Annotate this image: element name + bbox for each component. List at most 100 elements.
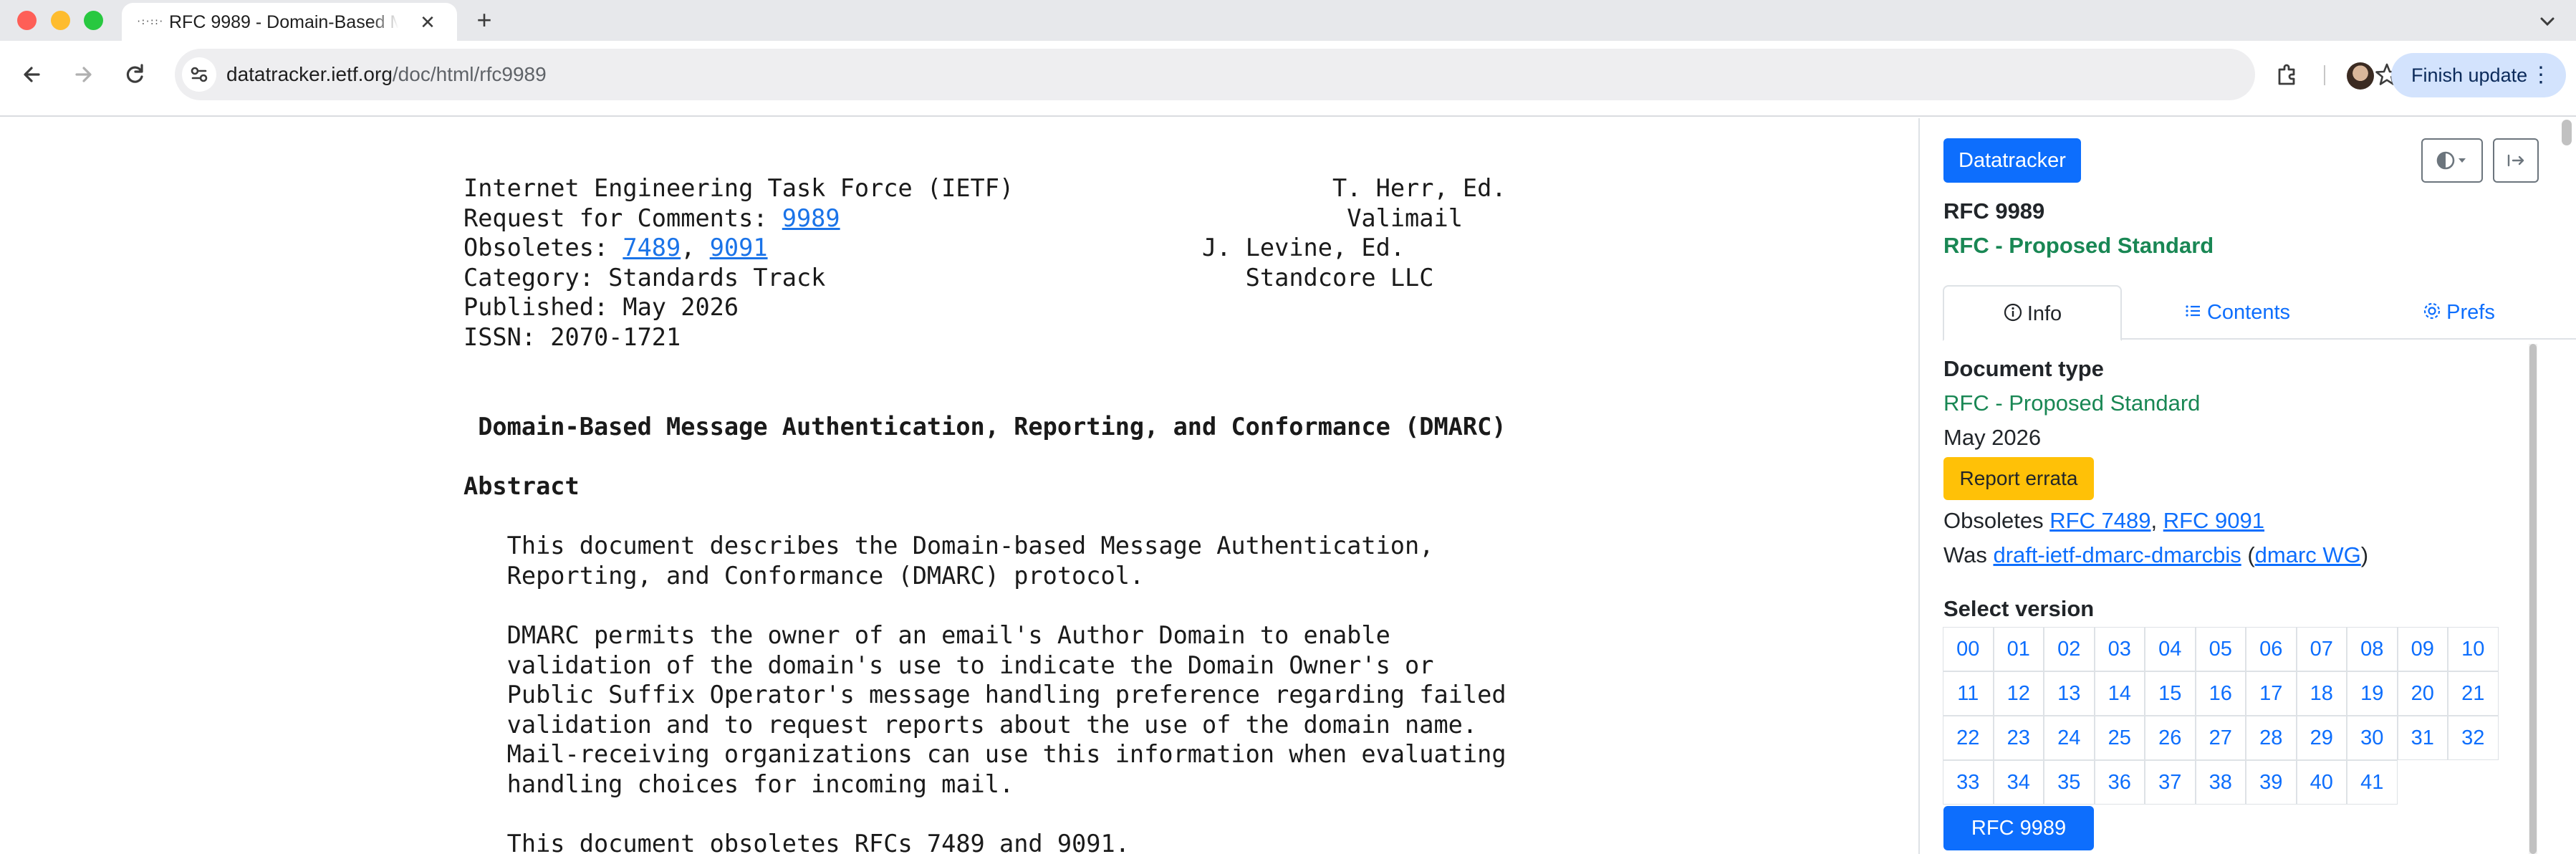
tab-search-chevron-icon[interactable] [2533,7,2562,36]
rfc-7489-link[interactable]: RFC 7489 [2049,508,2150,533]
version-19-link[interactable]: 19 [2347,671,2398,716]
header-org2: Standcore LLC [1245,263,1434,292]
version-10-link[interactable]: 10 [2448,627,2499,671]
version-26-link[interactable]: 26 [2145,716,2196,760]
version-21-link[interactable]: 21 [2448,671,2499,716]
toolbar-divider [2324,65,2325,85]
version-09-link[interactable]: 09 [2397,627,2448,671]
version-35-link[interactable]: 35 [2044,760,2095,805]
version-18-link[interactable]: 18 [2296,671,2347,716]
draft-link[interactable]: draft-ietf-dmarc-dmarcbis [1993,542,2241,567]
version-22-link[interactable]: 22 [1943,716,1994,760]
report-errata-button[interactable]: Report errata [1943,457,2094,500]
version-08-link[interactable]: 08 [2347,627,2398,671]
version-33-link[interactable]: 33 [1943,760,1994,805]
header-published: Published: May 2026 [463,293,739,322]
version-41-link[interactable]: 41 [2347,760,2398,805]
tab-prefs[interactable]: Prefs [2387,285,2530,340]
tab-close-icon[interactable]: ✕ [415,10,440,34]
obsoletes-9091-link[interactable]: 9091 [710,234,768,262]
version-17-link[interactable]: 17 [2246,671,2297,716]
rfc-number-link[interactable]: 9989 [782,204,840,232]
tab-prefs-label: Prefs [2446,301,2495,324]
version-02-link[interactable]: 02 [2044,627,2095,671]
datatracker-button[interactable]: Datatracker [1943,138,2081,183]
version-13-link[interactable]: 13 [2044,671,2095,716]
version-28-link[interactable]: 28 [2246,716,2297,760]
address-bar[interactable]: datatracker.ietf.org/doc/html/rfc9989 [175,49,2398,100]
new-tab-button[interactable]: + [470,6,499,34]
back-arrow-icon[interactable] [13,55,52,94]
header-org1: Valimail [1347,203,1463,232]
version-40-link[interactable]: 40 [2296,760,2347,805]
rfc-9091-link[interactable]: RFC 9091 [2163,508,2264,533]
version-07-link[interactable]: 07 [2296,627,2347,671]
obsoletes-label: Obsoletes [1943,508,2050,533]
version-04-link[interactable]: 04 [2145,627,2196,671]
version-38-link[interactable]: 38 [2195,760,2246,805]
site-info-tune-icon[interactable] [182,57,216,92]
obsoletes-7489-link[interactable]: 7489 [623,234,681,262]
version-12-link[interactable]: 12 [1993,671,2044,716]
url-path: /doc/html/rfc9989 [392,63,547,85]
version-27-link[interactable]: 27 [2195,716,2246,760]
finish-update-button[interactable]: Finish update ⋮ [2391,53,2566,97]
version-11-link[interactable]: 11 [1943,671,1994,716]
version-23-link[interactable]: 23 [1993,716,2044,760]
document-type-label: Document type [1943,356,2104,381]
window-close-button[interactable] [17,11,37,30]
was-open-paren: ( [2241,542,2255,567]
theme-toggle-button[interactable] [2421,138,2483,183]
side-panel-tabs: Info Contents Prefs [1943,285,2576,341]
tab-info[interactable]: Info [1943,285,2122,341]
rfc-status-heading: RFC - Proposed Standard [1943,233,2214,258]
select-version-label: Select version [1943,596,2095,621]
was-close-paren: ) [2360,542,2369,567]
finish-update-label: Finish update [2411,64,2528,86]
version-20-link[interactable]: 20 [2397,671,2448,716]
version-15-link[interactable]: 15 [2145,671,2196,716]
forward-arrow-icon[interactable] [64,55,102,94]
version-39-link[interactable]: 39 [2246,760,2297,805]
version-29-link[interactable]: 29 [2296,716,2347,760]
header-obsoletes-sep: , [681,234,710,262]
version-14-link[interactable]: 14 [2094,671,2145,716]
version-30-link[interactable]: 30 [2347,716,2398,760]
header-rfc-label: Request for Comments: [463,203,782,232]
browser-tab-active[interactable]: ·:·::· RFC 9989 - Domain-Based Message A… [122,3,457,41]
version-31-link[interactable]: 31 [2397,716,2448,760]
version-16-link[interactable]: 16 [2195,671,2246,716]
abstract-paragraph-3: This document obsoletes RFCs 7489 and 90… [463,830,1130,854]
profile-avatar[interactable] [2347,62,2374,90]
version-24-link[interactable]: 24 [2044,716,2095,760]
gear-icon [2424,302,2441,320]
current-version-button[interactable]: RFC 9989 [1943,806,2094,850]
rfc-text: Internet Engineering Task Force (IETF) T… [463,173,1506,854]
version-36-link[interactable]: 36 [2094,760,2145,805]
rfc-number-heading: RFC 9989 [1943,198,2045,224]
version-32-link[interactable]: 32 [2448,716,2499,760]
abstract-heading: Abstract [463,471,580,500]
version-25-link[interactable]: 25 [2094,716,2145,760]
more-vert-icon: ⋮ [2530,63,2552,87]
page-scrollbar-thumb[interactable] [2562,120,2572,145]
version-03-link[interactable]: 03 [2094,627,2145,671]
version-01-link[interactable]: 01 [1993,627,2044,671]
version-05-link[interactable]: 05 [2195,627,2246,671]
url-text[interactable]: datatracker.ietf.org/doc/html/rfc9989 [226,62,547,87]
collapse-sidebar-icon[interactable] [2493,138,2539,183]
document-title: Domain-Based Message Authentication, Rep… [478,412,1506,441]
extensions-puzzle-icon[interactable] [2268,55,2307,94]
tab-contents[interactable]: Contents [2150,285,2322,340]
version-06-link[interactable]: 06 [2246,627,2297,671]
version-00-link[interactable]: 00 [1943,627,1994,671]
version-37-link[interactable]: 37 [2145,760,2196,805]
side-panel-scrollbar-thumb[interactable] [2529,344,2537,854]
version-34-link[interactable]: 34 [1993,760,2044,805]
window-maximize-button[interactable] [84,11,103,30]
dmarc-wg-link[interactable]: dmarc WG [2255,542,2361,567]
document-type-value: RFC - Proposed Standard [1943,390,2201,416]
window-minimize-button[interactable] [51,11,70,30]
was-line: Was draft-ietf-dmarc-dmarcbis (dmarc WG) [1943,541,2368,570]
reload-icon[interactable] [116,55,155,94]
